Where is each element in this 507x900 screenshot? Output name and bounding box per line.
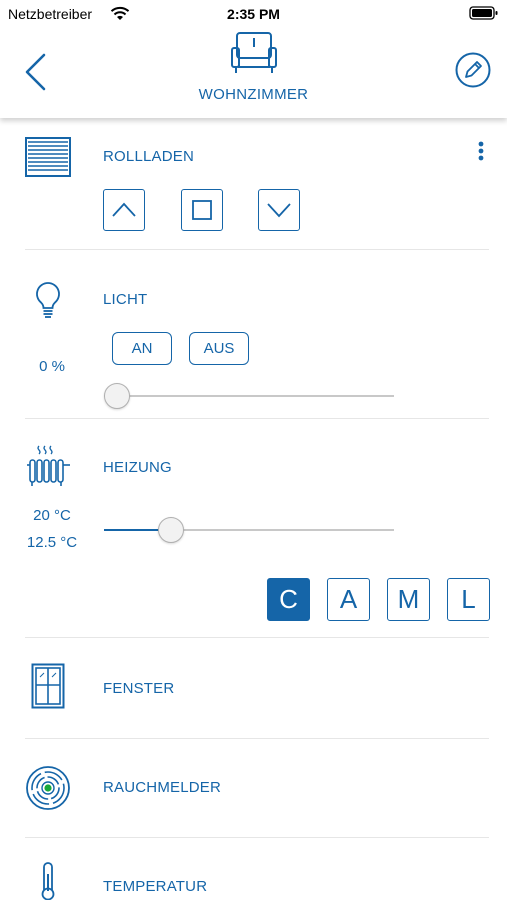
rollladen-label: ROLLLADEN [103, 148, 195, 165]
page-title: WOHNZIMMER [198, 86, 309, 103]
pencil-icon[interactable] [454, 51, 492, 89]
mode-button-m[interactable]: M [387, 578, 430, 621]
temperatur-label: TEMPERATUR [103, 878, 208, 895]
slider-thumb[interactable] [104, 383, 130, 409]
divider [25, 637, 489, 638]
mode-button-l[interactable]: L [447, 578, 490, 621]
target-temperature: 20 °C [33, 507, 71, 524]
smoke-detector-icon [26, 766, 70, 810]
light-on-button[interactable]: AN [112, 332, 172, 365]
heizung-label: HEIZUNG [103, 459, 172, 476]
divider [25, 738, 489, 739]
rauchmelder-label: RAUCHMELDER [103, 779, 222, 796]
divider [25, 418, 489, 419]
light-off-button[interactable]: AUS [189, 332, 249, 365]
clock: 2:35 PM [227, 6, 280, 22]
chevron-down-icon [267, 203, 291, 218]
stop-square-icon [192, 200, 212, 220]
slider-track [104, 395, 394, 397]
blinds-icon [25, 137, 71, 177]
divider [25, 837, 489, 838]
battery-icon [469, 6, 498, 20]
light-level-value: 0 % [39, 358, 65, 375]
header: Netzbetreiber 2:35 PM WOHNZIMMER [0, 0, 507, 118]
lightbulb-icon [36, 282, 60, 318]
licht-label: LICHT [103, 291, 148, 308]
armchair-icon [231, 32, 277, 73]
blinds-stop-button[interactable] [181, 189, 223, 231]
slider-thumb[interactable] [158, 517, 184, 543]
fenster-label: FENSTER [103, 680, 175, 697]
window-icon [31, 663, 65, 709]
blinds-down-button[interactable] [258, 189, 300, 231]
current-temperature: 12.5 °C [26, 534, 78, 551]
mode-button-a[interactable]: A [327, 578, 370, 621]
thermometer-icon [41, 862, 55, 900]
more-vertical-icon[interactable] [475, 141, 487, 163]
divider [25, 249, 489, 250]
chevron-up-icon [112, 202, 136, 217]
mode-button-c[interactable]: C [267, 578, 310, 621]
radiator-icon [27, 445, 70, 486]
blinds-up-button[interactable] [103, 189, 145, 231]
